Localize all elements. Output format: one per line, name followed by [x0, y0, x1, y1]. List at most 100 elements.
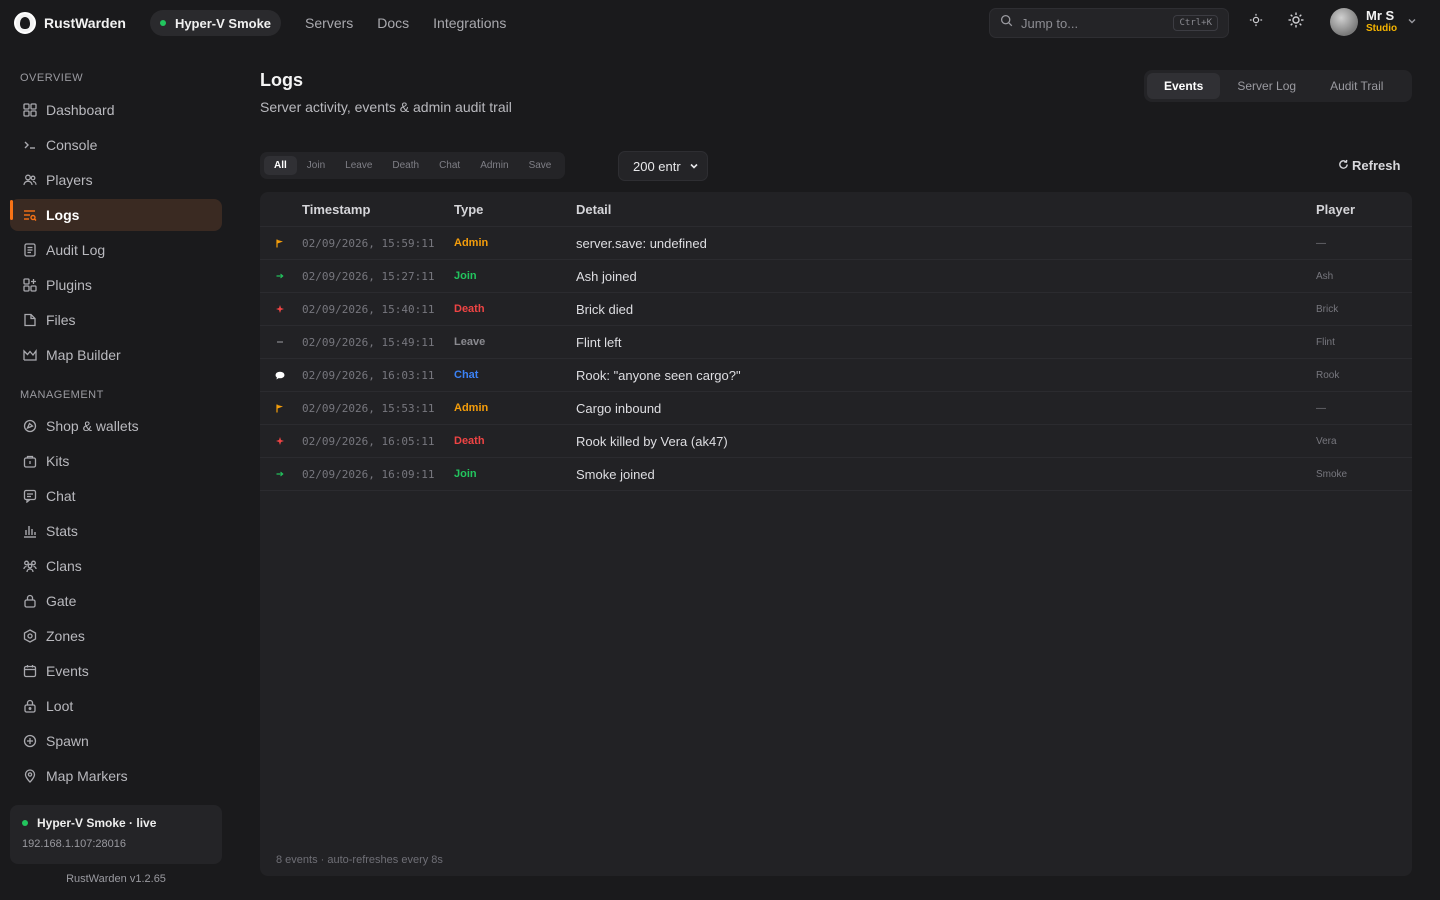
- arrow-right-icon: [274, 269, 286, 283]
- topnav-integrations[interactable]: Integrations: [433, 15, 506, 31]
- table-row[interactable]: 02/09/2026, 16:05:11 Death Rook killed b…: [260, 424, 1412, 457]
- row-player: Vera: [1316, 436, 1337, 447]
- row-type-badge: Admin: [454, 237, 489, 249]
- settings-button[interactable]: [1287, 12, 1305, 31]
- row-detail: Flint left: [576, 335, 622, 350]
- sidebar-item-loot[interactable]: Loot: [10, 690, 222, 722]
- sidebar-item-label: Logs: [46, 207, 80, 223]
- row-player: Ash: [1316, 271, 1334, 282]
- sidebar-item-plugins[interactable]: Plugins: [10, 269, 222, 301]
- filter-all[interactable]: All: [264, 156, 297, 175]
- user-menu[interactable]: Mr S Studio: [1330, 8, 1417, 36]
- sidebar-item-players[interactable]: Players: [10, 164, 222, 196]
- filter-death[interactable]: Death: [382, 156, 429, 175]
- avatar: [1330, 8, 1358, 36]
- sidebar-item-label: Files: [46, 312, 76, 328]
- sidebar-item-files[interactable]: Files: [10, 304, 222, 336]
- table-row[interactable]: 02/09/2026, 16:09:11 Join Smoke joined S…: [260, 457, 1412, 490]
- filter-admin[interactable]: Admin: [470, 156, 518, 175]
- sidebar-item-label: Kits: [46, 453, 70, 469]
- active-nav-indicator: [10, 200, 13, 220]
- row-detail: Ash joined: [576, 269, 637, 284]
- table-row[interactable]: 02/09/2026, 15:40:11 Death Brick died Br…: [260, 292, 1412, 325]
- sidebar-item-label: Console: [46, 137, 98, 153]
- tab-audit-trail[interactable]: Audit Trail: [1313, 73, 1400, 99]
- col-player[interactable]: Player: [1316, 202, 1355, 217]
- theme-toggle-button[interactable]: [1247, 13, 1265, 31]
- map-icon: [22, 347, 38, 363]
- kit-icon: [22, 453, 38, 469]
- pin-icon: [22, 768, 38, 784]
- server-address: 192.168.1.107:28016: [22, 838, 126, 850]
- entries-count-select[interactable]: 200 entr: [618, 151, 708, 181]
- filter-chat[interactable]: Chat: [429, 156, 470, 175]
- top-nav: Servers Docs Integrations: [305, 15, 506, 31]
- jump-to-search[interactable]: Ctrl+K: [989, 8, 1229, 38]
- topnav-servers[interactable]: Servers: [305, 15, 353, 31]
- lock-icon: [22, 593, 38, 609]
- row-detail: Smoke joined: [576, 467, 655, 482]
- server-status-card[interactable]: Hyper-V Smoke · live 192.168.1.107:28016: [10, 805, 222, 864]
- sidebar-item-shop-wallets[interactable]: Shop & wallets: [10, 410, 222, 442]
- server-selector-pill[interactable]: Hyper-V Smoke: [149, 10, 282, 36]
- filter-leave[interactable]: Leave: [335, 156, 382, 175]
- row-timestamp: 02/09/2026, 15:59:11: [302, 237, 435, 250]
- search-icon: [1000, 14, 1013, 32]
- row-timestamp: 02/09/2026, 15:53:11: [302, 402, 435, 415]
- table-row[interactable]: 02/09/2026, 15:53:11 Admin Cargo inbound…: [260, 391, 1412, 424]
- sidebar-item-clans[interactable]: Clans: [10, 550, 222, 582]
- sidebar-item-audit-log[interactable]: Audit Log: [10, 234, 222, 266]
- arrow-right-icon: [274, 467, 286, 481]
- refresh-icon: [1338, 158, 1349, 173]
- sidebar-item-logs[interactable]: Logs: [10, 199, 222, 231]
- table-row[interactable]: 02/09/2026, 16:03:11 Chat Rook: "anyone …: [260, 358, 1412, 391]
- table-row[interactable]: 02/09/2026, 15:27:11 Join Ash joined Ash: [260, 259, 1412, 292]
- table-row[interactable]: 02/09/2026, 15:49:11 Leave Flint left Fl…: [260, 325, 1412, 358]
- sidebar-item-label: Events: [46, 663, 89, 679]
- plugins-icon: [22, 277, 38, 293]
- speech-bubble-icon: [274, 368, 286, 382]
- col-timestamp[interactable]: Timestamp: [302, 202, 370, 217]
- sidebar-item-dashboard[interactable]: Dashboard: [10, 94, 222, 126]
- sidebar-item-chat[interactable]: Chat: [10, 480, 222, 512]
- brand[interactable]: RustWarden: [14, 12, 126, 34]
- status-title: Hyper-V Smoke · live: [22, 816, 210, 830]
- col-type[interactable]: Type: [454, 202, 483, 217]
- user-info: Mr S Studio: [1366, 9, 1397, 35]
- col-detail[interactable]: Detail: [576, 202, 611, 217]
- table-row[interactable]: 02/09/2026, 15:59:11 Admin server.save: …: [260, 226, 1412, 259]
- sidebar-item-spawn[interactable]: Spawn: [10, 725, 222, 757]
- sidebar-item-stats[interactable]: Stats: [10, 515, 222, 547]
- row-timestamp: 02/09/2026, 15:49:11: [302, 336, 435, 349]
- filter-join[interactable]: Join: [297, 156, 335, 175]
- sidebar-item-events[interactable]: Events: [10, 655, 222, 687]
- sidebar-item-label: Map Markers: [46, 768, 128, 784]
- grid-icon: [22, 102, 38, 118]
- sidebar-item-console[interactable]: Console: [10, 129, 222, 161]
- row-player: Rook: [1316, 370, 1340, 381]
- sidebar-item-map-markers[interactable]: Map Markers: [10, 760, 222, 792]
- sidebar-item-gate[interactable]: Gate: [10, 585, 222, 617]
- filter-save[interactable]: Save: [519, 156, 562, 175]
- topnav-docs[interactable]: Docs: [377, 15, 409, 31]
- search-input[interactable]: [1021, 15, 1161, 31]
- flag-icon: [274, 401, 286, 415]
- tab-server-log[interactable]: Server Log: [1220, 73, 1313, 99]
- refresh-button[interactable]: Refresh: [1338, 158, 1400, 173]
- sidebar-item-label: Gate: [46, 593, 77, 609]
- row-timestamp: 02/09/2026, 16:09:11: [302, 468, 435, 481]
- sidebar-item-zones[interactable]: Zones: [10, 620, 222, 652]
- sidebar-item-map-builder[interactable]: Map Builder: [10, 339, 222, 371]
- sidebar-item-label: Shop & wallets: [46, 418, 139, 434]
- plus-circle-icon: [22, 733, 38, 749]
- row-player: —: [1316, 403, 1326, 414]
- row-type-badge: Death: [454, 303, 485, 315]
- dash-icon: [274, 335, 286, 349]
- sidebar-item-kits[interactable]: Kits: [10, 445, 222, 477]
- file-icon: [22, 312, 38, 328]
- sidebar: OVERVIEW Dashboard Console Players Logs …: [0, 46, 232, 900]
- sidebar-item-label: Zones: [46, 628, 85, 644]
- search-shortcut-badge: Ctrl+K: [1173, 15, 1218, 31]
- tab-events[interactable]: Events: [1147, 73, 1221, 99]
- user-role: Studio: [1366, 23, 1398, 34]
